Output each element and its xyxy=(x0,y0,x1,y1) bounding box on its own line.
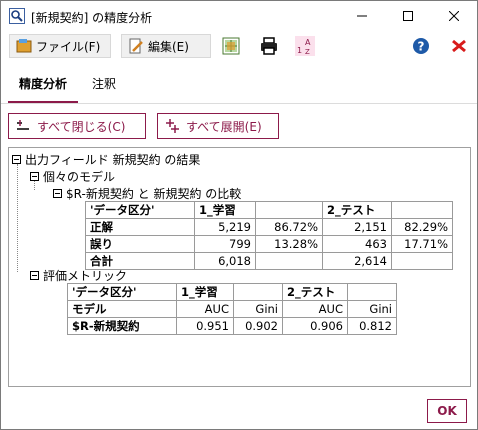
table-row: 正解 5,219 86.72% 2,151 82.29% xyxy=(85,218,453,236)
minimize-button[interactable] xyxy=(339,1,385,31)
maximize-icon xyxy=(403,11,413,21)
title-bar: [新規契約] の精度分析 xyxy=(1,1,477,31)
table-cell: 0.812 xyxy=(347,317,397,335)
svg-text:1: 1 xyxy=(297,46,302,55)
file-menu-button[interactable]: ファイル(F) xyxy=(9,34,111,58)
collapse-all-label: すべて閉じる(C) xyxy=(37,119,126,134)
table-cell: 82.29% xyxy=(391,218,453,236)
metric-name: Gini xyxy=(347,300,397,318)
table-cell: 2,151 xyxy=(322,218,392,236)
metric-name: AUC xyxy=(282,300,348,318)
table-row: $R-新規契約 0.951 0.902 0.906 0.812 xyxy=(67,317,397,335)
edit-pencil-icon xyxy=(129,38,143,54)
partition-header-label: 'データ区分' xyxy=(67,283,177,301)
table-row: モデル AUC Gini AUC Gini xyxy=(67,300,397,318)
collapse-toggle-icon[interactable] xyxy=(30,271,39,280)
table-cell: 6,018 xyxy=(194,252,256,270)
expand-icon xyxy=(166,119,179,133)
collapse-toggle-icon[interactable] xyxy=(12,155,21,164)
toolbar: ファイル(F) 編集(E) 1 A Z ? xyxy=(1,31,477,61)
magnifier-app-icon xyxy=(9,8,25,24)
maximize-button[interactable] xyxy=(385,1,431,31)
table-cell: 0.902 xyxy=(233,317,283,335)
table-cell: 2,614 xyxy=(322,252,392,270)
table-cell xyxy=(391,252,453,270)
file-menu-label: ファイル(F) xyxy=(36,39,101,54)
expand-all-button[interactable]: すべて展開(E) xyxy=(157,113,279,139)
table-cell xyxy=(255,252,323,270)
tab-accuracy-analysis[interactable]: 精度分析 xyxy=(8,67,78,103)
tree-eval-metrics-label: 評価メトリック xyxy=(43,269,128,283)
edit-menu-button[interactable]: 編集(E) xyxy=(121,34,211,58)
svg-text:A: A xyxy=(305,38,311,47)
tree-root-label: 出力フィールド 新規契約 の結果 xyxy=(25,153,201,167)
help-icon[interactable]: ? xyxy=(411,36,431,56)
table-row: 'データ区分' 1_学習 2_テスト xyxy=(85,201,453,219)
table-cell: 0.906 xyxy=(282,317,348,335)
row-label: 正解 xyxy=(85,218,195,236)
collapse-toggle-icon[interactable] xyxy=(53,189,62,198)
partition-name: 2_テスト xyxy=(282,283,348,301)
partition-name: 2_テスト xyxy=(322,201,392,219)
partition-name: 1_学習 xyxy=(176,283,234,301)
edit-menu-label: 編集(E) xyxy=(148,39,189,54)
tab-strip: 精度分析 注釈 xyxy=(1,67,477,104)
dialog-window: [新規契約] の精度分析 ファイル(F) 編集(E) 1 A Z ? 精度分析 … xyxy=(0,0,478,430)
tree-node-comparison[interactable]: $R-新規契約 と 新規契約 の比較 xyxy=(53,185,241,202)
table-cell: 0.951 xyxy=(176,317,234,335)
collapse-toggle-icon[interactable] xyxy=(30,172,39,181)
file-folder-icon xyxy=(16,39,32,53)
tree-node-individual-models[interactable]: 個々のモデル xyxy=(30,168,115,185)
row-label: $R-新規契約 xyxy=(67,317,177,335)
partition-name: 1_学習 xyxy=(194,201,256,219)
close-red-icon[interactable] xyxy=(449,36,469,56)
sort-icon[interactable]: 1 A Z xyxy=(295,36,315,56)
collapse-icon xyxy=(17,120,29,130)
partition-header-label: 'データ区分' xyxy=(85,201,195,219)
svg-text:Z: Z xyxy=(305,48,310,56)
table-row: 'データ区分' 1_学習 2_テスト xyxy=(67,283,397,301)
table-cell: 13.28% xyxy=(255,235,323,253)
print-icon[interactable] xyxy=(259,36,279,56)
table-row: 誤り 799 13.28% 463 17.71% xyxy=(85,235,453,253)
export-grid-icon[interactable] xyxy=(221,36,241,56)
expand-all-label: すべて展開(E) xyxy=(186,119,262,134)
ok-button[interactable]: OK xyxy=(427,399,467,423)
tree-node-root[interactable]: 出力フィールド 新規契約 の結果 xyxy=(12,151,200,168)
table-cell: 799 xyxy=(194,235,256,253)
minimize-icon xyxy=(357,15,367,17)
tree-comparison-label: $R-新規契約 と 新規契約 の比較 xyxy=(66,187,242,201)
svg-text:?: ? xyxy=(418,40,425,54)
results-tree[interactable]: 出力フィールド 新規契約 の結果 個々のモデル $R-新規契約 と 新規契約 の… xyxy=(8,147,471,387)
table-cell: 17.71% xyxy=(391,235,453,253)
metric-name: AUC xyxy=(176,300,234,318)
metric-name: Gini xyxy=(233,300,283,318)
comparison-table: 'データ区分' 1_学習 2_テスト 正解 5,219 86.72% 2,151… xyxy=(85,201,453,270)
tree-node-eval-metrics[interactable]: 評価メトリック xyxy=(30,267,127,284)
collapse-all-button[interactable]: すべて閉じる(C) xyxy=(8,113,146,139)
table-cell: 463 xyxy=(322,235,392,253)
tab-annotations[interactable]: 注釈 xyxy=(89,67,119,101)
table-cell: 5,219 xyxy=(194,218,256,236)
table-row: 合計 6,018 2,614 xyxy=(85,252,453,270)
window-title: [新規契約] の精度分析 xyxy=(31,11,153,25)
close-icon xyxy=(449,11,459,21)
model-label: モデル xyxy=(67,300,177,318)
metrics-table: 'データ区分' 1_学習 2_テスト モデル AUC Gini AUC Gini… xyxy=(67,283,397,335)
close-window-button[interactable] xyxy=(431,1,477,31)
row-label: 誤り xyxy=(85,235,195,253)
tree-individual-models-label: 個々のモデル xyxy=(43,170,116,184)
table-cell: 86.72% xyxy=(255,218,323,236)
